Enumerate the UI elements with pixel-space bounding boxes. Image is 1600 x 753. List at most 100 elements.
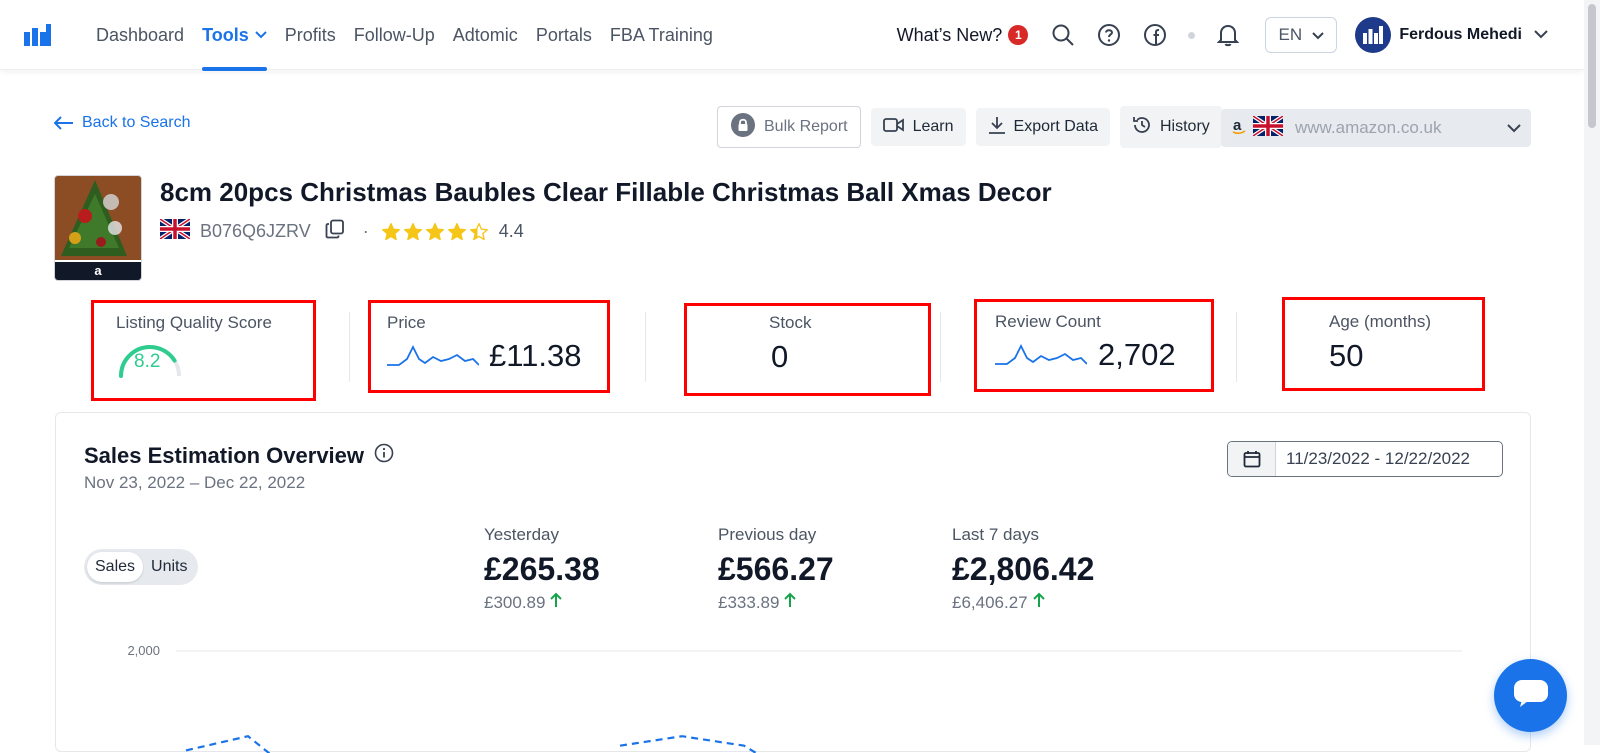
calendar-icon[interactable] (1228, 442, 1276, 476)
nav-adtomic-label: Adtomic (452, 24, 518, 45)
metric-divider (1236, 312, 1237, 382)
age-label: Age (months) (1329, 312, 1432, 331)
header-actions: What’s New? 1 EN Ferdous Mehedi (897, 0, 1548, 70)
history-label: History (1160, 118, 1210, 135)
arrow-up-icon (549, 592, 563, 613)
product-asin: B076Q6JZRV (200, 221, 311, 241)
main-menu: Dashboard Tools Profits Follow-Up Adtomi… (96, 0, 731, 71)
top-navigation: Dashboard Tools Profits Follow-Up Adtomi… (0, 0, 1584, 71)
stat-last-7-days: Last 7 days £2,806.42 £6,406.27 (952, 525, 1094, 613)
sales-estimation-card: Sales Estimation Overview Nov 23, 2022 –… (55, 412, 1531, 753)
star-icon (425, 222, 444, 240)
language-value: EN (1278, 25, 1303, 44)
nav-adtomic[interactable]: Adtomic (453, 0, 518, 70)
back-to-search-link[interactable]: Back to Search (54, 114, 191, 132)
star-icon (381, 222, 400, 240)
learn-button[interactable]: Learn (870, 108, 966, 146)
bulk-report-label: Bulk Report (764, 118, 848, 135)
bell-icon[interactable] (1214, 21, 1242, 49)
video-icon (882, 117, 905, 138)
stat-value: £566.27 (718, 551, 834, 587)
review-count-value: 2,702 (1098, 337, 1176, 372)
logo-icon[interactable] (22, 22, 52, 48)
chevron-down-icon (1312, 25, 1324, 45)
search-icon[interactable] (1049, 21, 1077, 49)
age-card: Age (months) 50 (1282, 297, 1485, 391)
toggle-units[interactable]: Units (143, 552, 195, 582)
uk-flag-icon (1251, 113, 1285, 141)
uk-flag-icon (158, 217, 192, 244)
sales-estimation-title: Sales Estimation Overview (84, 443, 394, 469)
review-count-label: Review Count (995, 312, 1101, 331)
export-data-button[interactable]: Export Data (975, 108, 1110, 146)
avatar[interactable] (1355, 17, 1392, 53)
chat-button[interactable] (1494, 659, 1567, 732)
lock-icon (730, 112, 756, 143)
scrollbar-thumb[interactable] (1588, 4, 1596, 128)
notification-count-badge: 1 (1008, 25, 1029, 45)
listing-quality-score-card: Listing Quality Score 8.2 (91, 300, 316, 401)
date-range-value[interactable]: 11/23/2022 - 12/22/2022 (1276, 449, 1470, 469)
back-to-search-label: Back to Search (82, 114, 191, 131)
stock-card: Stock 0 (684, 303, 931, 396)
nav-portals[interactable]: Portals (536, 0, 592, 70)
stat-previous-day: Previous day £566.27 £333.89 (718, 525, 834, 613)
stat-value: £265.38 (484, 551, 600, 587)
metric-divider (349, 312, 350, 382)
stock-label: Stock (769, 313, 812, 332)
whats-new-link[interactable]: What’s New? (897, 25, 1003, 46)
stat-label: Yesterday (484, 525, 559, 544)
star-icon (469, 222, 488, 240)
nav-fba-training[interactable]: FBA Training (610, 0, 713, 70)
age-value: 50 (1329, 338, 1364, 373)
nav-dashboard-label: Dashboard (96, 24, 185, 45)
nav-portals-label: Portals (535, 24, 592, 45)
price-label: Price (387, 313, 426, 332)
sales-line-chart: 2,0001,500 (127, 643, 1462, 753)
language-select[interactable]: EN (1265, 17, 1338, 53)
nav-fba-training-label: FBA Training (609, 24, 713, 45)
sales-units-toggle[interactable]: Sales Units (84, 549, 199, 585)
nav-profits[interactable]: Profits (285, 0, 336, 70)
star-icon (447, 222, 466, 240)
nav-dashboard[interactable]: Dashboard (96, 0, 184, 70)
sales-date-range: Nov 23, 2022 – Dec 22, 2022 (84, 473, 306, 492)
marketplace-value: www.amazon.co.uk (1295, 118, 1442, 137)
facebook-icon[interactable] (1141, 21, 1169, 49)
bulk-report-button[interactable]: Bulk Report (717, 106, 861, 148)
arrow-up-icon (783, 592, 797, 613)
chevron-down-icon (255, 28, 267, 42)
arrow-up-icon (1032, 592, 1046, 613)
lqs-label: Listing Quality Score (116, 313, 272, 332)
toggle-sales[interactable]: Sales (87, 552, 144, 582)
marketplace-select[interactable]: a www.amazon.co.uk (1221, 109, 1531, 147)
product-title: 8cm 20pcs Christmas Baubles Clear Fillab… (160, 177, 1052, 207)
download-icon (988, 116, 1006, 139)
nav-follow-up[interactable]: Follow-Up (354, 0, 435, 70)
price-value: £11.38 (489, 338, 582, 373)
price-sparkline (387, 344, 479, 366)
stat-previous-value: £6,406.27 (952, 592, 1028, 612)
chat-icon (1512, 678, 1550, 713)
chevron-down-icon[interactable] (1534, 26, 1548, 44)
info-icon[interactable] (374, 443, 394, 469)
help-icon[interactable] (1095, 21, 1123, 49)
amazon-icon: a (1231, 116, 1247, 141)
stat-label: Last 7 days (952, 525, 1039, 544)
history-button[interactable]: History (1120, 106, 1222, 148)
date-range-picker[interactable]: 11/23/2022 - 12/22/2022 (1227, 441, 1503, 477)
metric-divider (645, 312, 646, 382)
nav-tools-label: Tools (202, 24, 249, 45)
stat-previous-value: £333.89 (718, 592, 780, 612)
chevron-down-icon (1507, 118, 1521, 138)
user-name[interactable]: Ferdous Mehedi (1399, 26, 1522, 44)
product-meta: B076Q6JZRV · 4.4 (158, 217, 524, 244)
product-image[interactable]: a (54, 175, 142, 281)
nav-tools[interactable]: Tools (202, 0, 267, 71)
export-data-label: Export Data (1013, 118, 1098, 135)
copy-icon[interactable] (325, 219, 345, 244)
review-count-sparkline (995, 343, 1087, 365)
stat-previous-value: £300.89 (484, 592, 546, 612)
svg-text:a: a (94, 263, 102, 278)
page-scrollbar[interactable] (1584, 0, 1600, 745)
